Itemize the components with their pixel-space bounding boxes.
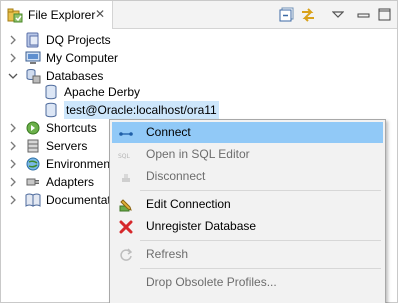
tree-item-label: test@Oracle:localhost/ora11 <box>64 101 219 119</box>
menu-item-disconnect[interactable]: Disconnect <box>112 166 383 187</box>
menu-item-refresh[interactable]: Refresh <box>112 244 383 265</box>
computer-icon <box>25 50 41 66</box>
tree-item-label: Adapters <box>46 175 95 189</box>
tree-item-environment[interactable]: Environment <box>7 155 113 173</box>
tab-title: File Explorer <box>28 8 96 22</box>
tree-item-dq-projects[interactable]: DQ Projects <box>7 31 111 49</box>
view-tabbar: File Explorer ✕ <box>1 1 397 29</box>
tree-item-label: Shortcuts <box>46 121 97 135</box>
menu-item-edit-connection[interactable]: Edit Connection <box>112 194 383 215</box>
context-menu: Connect SQL Open in SQL Editor Disconnec… <box>109 119 386 303</box>
menu-item-unregister-database[interactable]: Unregister Database <box>112 216 383 237</box>
menu-item-label: Open in SQL Editor <box>146 147 250 161</box>
tree-item-label: Servers <box>46 139 88 153</box>
file-explorer-icon <box>7 7 23 23</box>
menu-separator <box>140 240 381 241</box>
chevron-right-icon[interactable] <box>7 52 19 64</box>
disconnect-icon <box>118 169 134 185</box>
connect-icon <box>118 125 134 141</box>
chevron-right-icon[interactable] <box>7 176 19 188</box>
chevron-right-icon[interactable] <box>7 34 19 46</box>
menu-separator <box>140 268 381 269</box>
menu-item-label: Disconnect <box>146 169 206 183</box>
tree-item-label: Apache Derby <box>64 85 141 99</box>
environment-icon <box>25 156 41 172</box>
tree-item-label: DQ Projects <box>46 33 111 47</box>
menu-item-label: Drop Obsolete Profiles... <box>146 275 277 289</box>
shortcuts-icon <box>25 120 41 136</box>
minimize-icon[interactable] <box>355 6 373 24</box>
collapse-all-icon[interactable] <box>278 6 296 24</box>
project-icon <box>25 32 41 48</box>
chevron-right-icon[interactable] <box>7 194 19 206</box>
tree-item-shortcuts[interactable]: Shortcuts <box>7 119 97 137</box>
tree-item-apache-derby[interactable]: Apache Derby <box>43 83 140 101</box>
view-menu-icon[interactable] <box>331 9 345 19</box>
menu-item-label: Unregister Database <box>146 219 257 233</box>
servers-icon <box>25 138 41 154</box>
tab-file-explorer[interactable]: File Explorer ✕ <box>1 1 113 29</box>
menu-item-label: Edit Connection <box>146 197 231 211</box>
unregister-icon <box>118 219 134 235</box>
menu-item-label: Connect <box>146 125 191 139</box>
tree-item-my-computer[interactable]: My Computer <box>7 49 118 67</box>
file-explorer-panel: File Explorer ✕ DQ Projects My Computer … <box>0 0 398 303</box>
database-icon <box>43 84 59 100</box>
database-icon <box>43 102 59 118</box>
svg-text:SQL: SQL <box>118 153 131 160</box>
tree-item-servers[interactable]: Servers <box>7 137 87 155</box>
adapters-icon <box>25 174 41 190</box>
chevron-right-icon[interactable] <box>7 122 19 134</box>
chevron-down-icon[interactable] <box>7 70 19 82</box>
documentation-icon <box>25 192 41 208</box>
link-with-editor-icon[interactable] <box>299 6 317 24</box>
chevron-right-icon[interactable] <box>7 158 19 170</box>
edit-connection-icon <box>118 197 134 213</box>
menu-item-label: Refresh <box>146 247 189 261</box>
menu-item-drop-obsolete-profiles[interactable]: Drop Obsolete Profiles... <box>112 272 383 293</box>
close-icon[interactable]: ✕ <box>94 8 106 20</box>
menu-separator <box>140 190 381 191</box>
tree-item-oracle-connection[interactable]: test@Oracle:localhost/ora11 <box>43 101 219 119</box>
refresh-icon <box>118 247 134 263</box>
sql-icon: SQL <box>118 147 134 163</box>
databases-icon <box>25 68 41 84</box>
tree-item-adapters[interactable]: Adapters <box>7 173 94 191</box>
chevron-right-icon[interactable] <box>7 140 19 152</box>
menu-item-open-sql-editor[interactable]: SQL Open in SQL Editor <box>112 144 383 165</box>
tree-item-label: Environment <box>46 157 114 171</box>
maximize-icon[interactable] <box>376 6 394 24</box>
menu-item-connect[interactable]: Connect <box>112 122 383 143</box>
tree-item-label: My Computer <box>46 51 119 65</box>
